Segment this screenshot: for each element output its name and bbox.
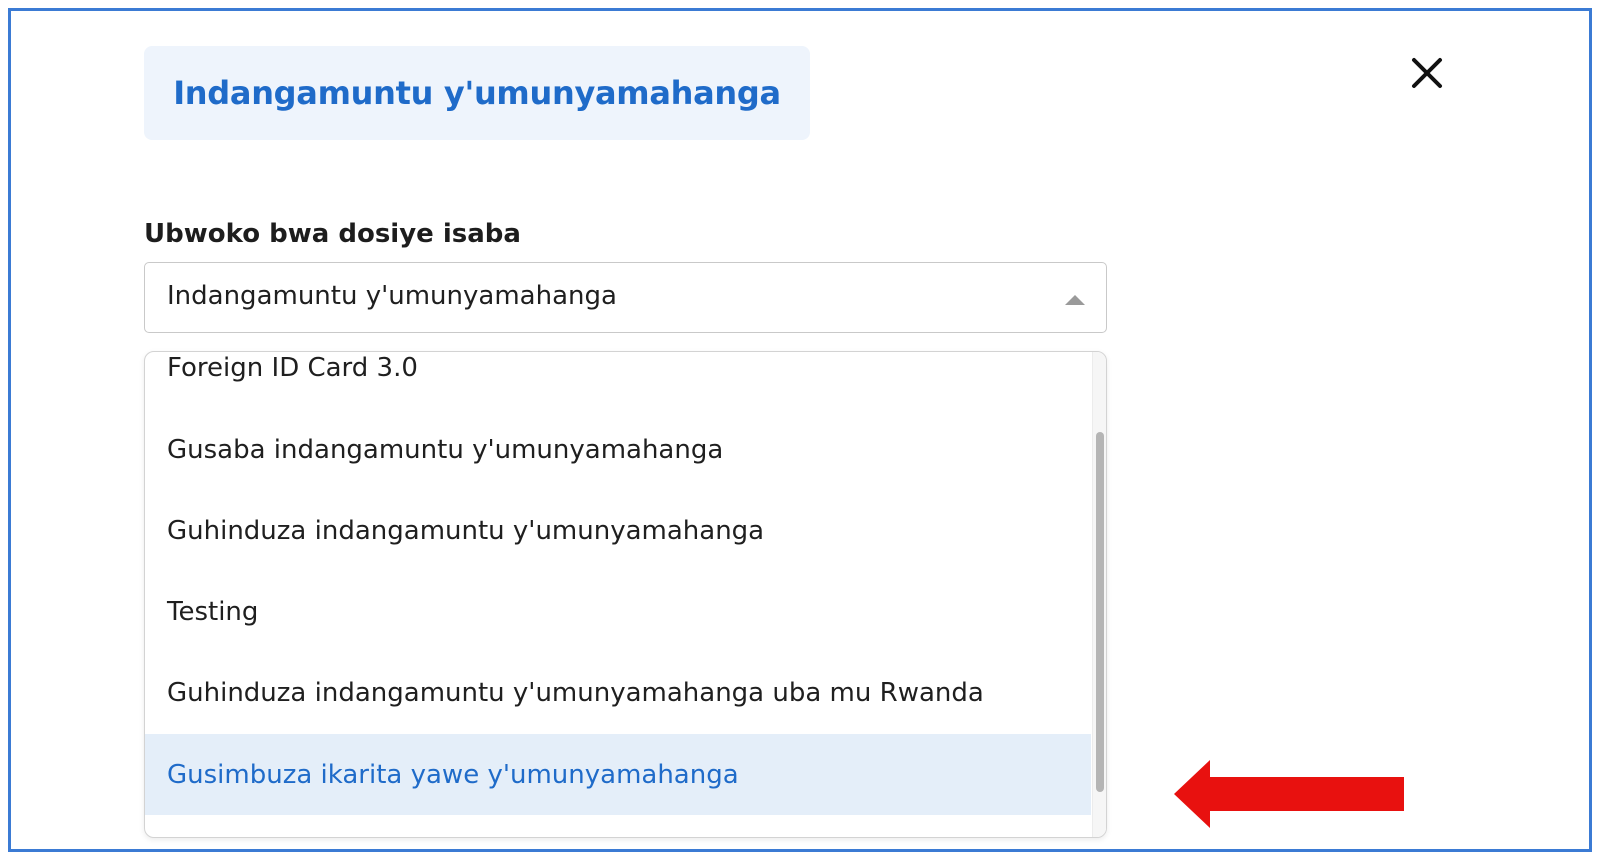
dropdown-option[interactable]: Testing — [145, 571, 1091, 652]
close-icon[interactable] — [1411, 57, 1443, 89]
dropdown-option[interactable]: Gusaba indangamuntu y'umunyamahanga — [145, 409, 1091, 490]
dropdown-option-highlighted[interactable]: Gusimbuza ikarita yawe y'umunyamahanga — [145, 734, 1091, 815]
dropdown-option[interactable]: Guhinduza indangamuntu y'umunyamahanga — [145, 490, 1091, 571]
dropdown-option[interactable]: Guhinduza indangamuntu y'umunyamahanga u… — [145, 652, 1091, 733]
dialog-title-badge: Indangamuntu y'umunyamahanga — [144, 46, 810, 140]
dropdown-option[interactable]: Foreign ID Card 3.0 — [145, 352, 1091, 408]
dropdown-scrollbar[interactable] — [1092, 352, 1106, 837]
application-type-select[interactable]: Indangamuntu y'umunyamahanga — [144, 262, 1107, 333]
option-label: Foreign ID Card 3.0 — [167, 352, 418, 383]
option-label: Testing — [167, 596, 259, 627]
field-label: Ubwoko bwa dosiye isaba — [144, 219, 521, 249]
red-arrow-icon — [1174, 760, 1404, 828]
dropdown-menu: Foreign ID Card 3.0 Gusaba indangamuntu … — [144, 351, 1107, 838]
option-label: Guhinduza indangamuntu y'umunyamahanga u… — [167, 677, 984, 708]
option-label: Gusimbuza ikarita yawe y'umunyamahanga — [167, 759, 739, 790]
screenshot-frame: Indangamuntu y'umunyamahanga Ubwoko bwa … — [8, 8, 1592, 852]
scrollbar-thumb[interactable] — [1096, 432, 1104, 792]
dialog-title: Indangamuntu y'umunyamahanga — [173, 74, 781, 112]
option-label: Guhinduza indangamuntu y'umunyamahanga — [167, 515, 765, 546]
select-value: Indangamuntu y'umunyamahanga — [167, 281, 617, 311]
caret-up-icon — [1065, 295, 1085, 305]
option-label: Gusaba indangamuntu y'umunyamahanga — [167, 434, 724, 465]
